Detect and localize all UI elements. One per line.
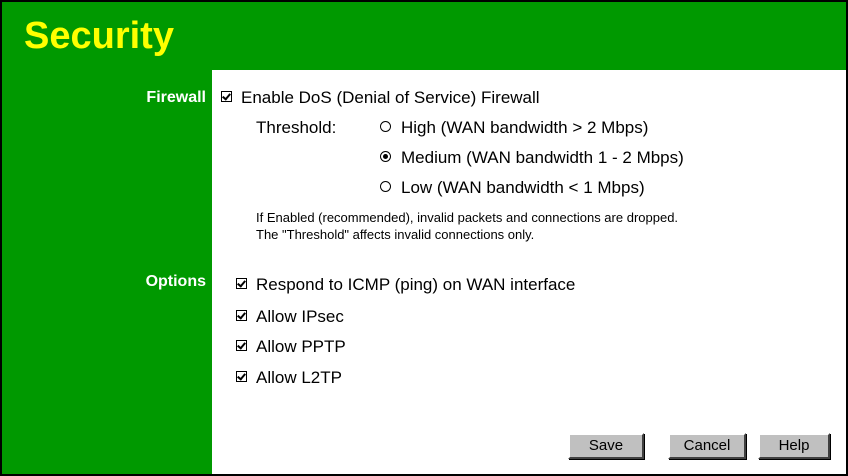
help-button[interactable]: Help [758,433,830,459]
section-sidebar: Firewall Options [2,70,212,474]
threshold-high-label: High (WAN bandwidth > 2 Mbps) [401,118,649,137]
option-l2tp-row[interactable]: Allow L2TP [236,367,342,389]
threshold-medium-radio[interactable] [380,151,391,162]
threshold-low-label: Low (WAN bandwidth < 1 Mbps) [401,178,645,197]
ipsec-label: Allow IPsec [256,307,344,326]
options-section-label: Options [145,273,206,290]
cancel-button[interactable]: Cancel [668,433,746,459]
security-page: Security Firewall Options Enable DoS (De… [2,2,846,474]
l2tp-label: Allow L2TP [256,368,342,387]
firewall-note-line2: The "Threshold" affects invalid connecti… [256,227,535,242]
option-pptp-row[interactable]: Allow PPTP [236,336,346,358]
threshold-label: Threshold: [256,118,337,137]
enable-dos-label: Enable DoS (Denial of Service) Firewall [241,88,540,107]
ipsec-checkbox[interactable] [236,310,247,321]
save-button[interactable]: Save [568,433,644,459]
pptp-label: Allow PPTP [256,337,346,356]
threshold-option-low[interactable]: Low (WAN bandwidth < 1 Mbps) [380,177,645,199]
enable-dos-row[interactable]: Enable DoS (Denial of Service) Firewall [221,87,540,109]
pptp-checkbox[interactable] [236,340,247,351]
firewall-section-label: Firewall [146,89,206,106]
option-ipsec-row[interactable]: Allow IPsec [236,306,344,328]
page-header: Security [2,2,846,70]
threshold-medium-label: Medium (WAN bandwidth 1 - 2 Mbps) [401,148,684,167]
firewall-note-line1: If Enabled (recommended), invalid packet… [256,210,679,225]
page-title: Security [24,15,174,57]
threshold-option-high[interactable]: High (WAN bandwidth > 2 Mbps) [380,117,648,139]
threshold-high-radio[interactable] [380,121,391,132]
l2tp-checkbox[interactable] [236,371,247,382]
icmp-checkbox[interactable] [236,278,247,289]
settings-content: Enable DoS (Denial of Service) Firewall … [212,70,846,474]
option-icmp-row[interactable]: Respond to ICMP (ping) on WAN interface [236,274,575,296]
threshold-option-medium[interactable]: Medium (WAN bandwidth 1 - 2 Mbps) [380,147,684,169]
enable-dos-checkbox[interactable] [221,91,232,102]
threshold-low-radio[interactable] [380,181,391,192]
icmp-label: Respond to ICMP (ping) on WAN interface [256,275,576,294]
